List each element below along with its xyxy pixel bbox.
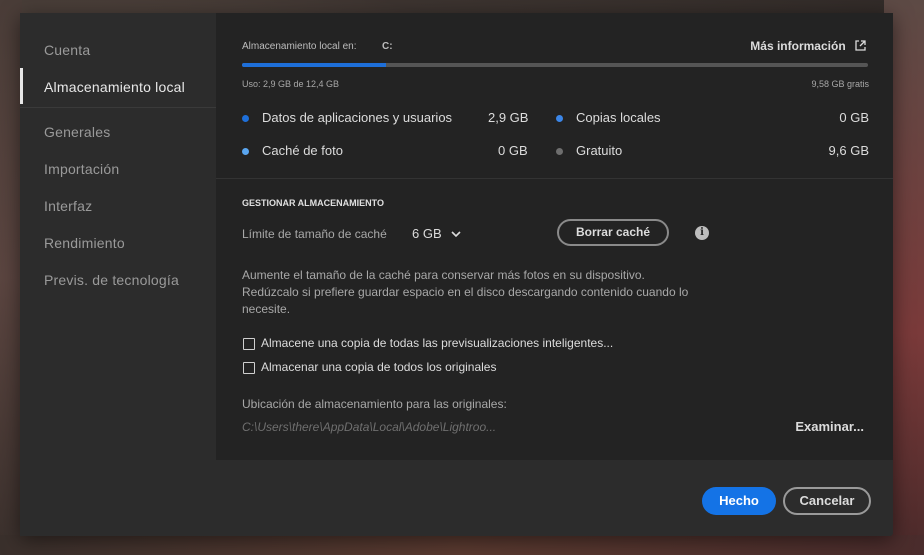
sidebar-item-interfaz[interactable]: Interfaz [44,198,92,214]
external-link-icon [855,40,866,54]
free-text: 9,58 GB gratis [811,79,869,89]
manage-storage-heading: GESTIONAR ALMACENAMIENTO [242,198,385,208]
sidebar: Cuenta Almacenamiento local Generales Im… [20,13,216,536]
more-info-label: Más información [750,39,846,53]
section-divider [216,178,893,179]
legend-value-local-copies: 0 GB [839,110,869,125]
legend-label-app-data: Datos de aplicaciones y usuarios [262,110,453,125]
sidebar-item-almacenamiento-local[interactable]: Almacenamiento local [44,79,185,95]
legend-label-photo-cache: Caché de foto [262,143,343,158]
cache-description-line-3: necesite. [242,302,291,316]
storage-usage-bar [242,63,868,67]
sidebar-item-previs-tecnologia[interactable]: Previs. de tecnología [44,272,179,288]
smart-previews-label[interactable]: Almacene una copia de todas las previsua… [261,336,613,350]
originals-location-label: Ubicación de almacenamiento para las ori… [242,397,507,411]
sidebar-divider [20,107,216,108]
storage-drive: C: [382,41,393,52]
cancel-button[interactable]: Cancelar [783,487,871,515]
done-button[interactable]: Hecho [702,487,776,515]
sidebar-item-cuenta[interactable]: Cuenta [44,42,90,58]
preferences-dialog: Cuenta Almacenamiento local Generales Im… [20,13,893,536]
originals-checkbox[interactable] [243,362,255,374]
cache-description-line-1: Aumente el tamaño de la caché para conse… [242,268,645,282]
chevron-down-icon [451,229,461,241]
storage-usage-fill [242,63,386,67]
storage-location-label: Almacenamiento local en: [242,41,357,52]
legend-value-app-data: 2,9 GB [488,110,529,125]
cache-description-line-2: Redúzcalo si prefiere guardar espacio en… [242,285,689,299]
legend-value-free: 9,6 GB [828,143,869,158]
legend-dot-local-copies [556,115,563,122]
usage-text: Uso: 2,9 GB de 12,4 GB [242,79,340,89]
cache-limit-dropdown[interactable]: 6 GB [412,226,461,241]
legend-dot-app-data [242,115,249,122]
originals-path: C:\Users\there\AppData\Local\Adobe\Light… [242,420,497,434]
background-photo-bottom [0,535,924,555]
sidebar-item-rendimiento[interactable]: Rendimiento [44,235,125,251]
sidebar-active-indicator [20,68,23,104]
originals-label[interactable]: Almacenar una copia de todos los origina… [261,360,496,374]
legend-label-free: Gratuito [576,143,623,158]
sidebar-item-generales[interactable]: Generales [44,124,110,140]
info-icon[interactable]: i [695,226,709,240]
legend-label-local-copies: Copias locales [576,110,661,125]
more-info-link[interactable]: Más información [750,39,866,54]
sidebar-item-importacion[interactable]: Importación [44,161,119,177]
browse-button[interactable]: Examinar... [795,419,864,434]
smart-previews-checkbox[interactable] [243,338,255,350]
background-photo-left [0,0,22,555]
clear-cache-button[interactable]: Borrar caché [557,219,669,246]
legend-value-photo-cache: 0 GB [498,143,528,158]
cache-limit-value: 6 GB [412,226,442,241]
cache-limit-label: Límite de tamaño de caché [242,227,387,241]
content-panel: Almacenamiento local en: C: Más informac… [216,13,893,460]
legend-dot-free [556,148,563,155]
legend-dot-photo-cache [242,148,249,155]
